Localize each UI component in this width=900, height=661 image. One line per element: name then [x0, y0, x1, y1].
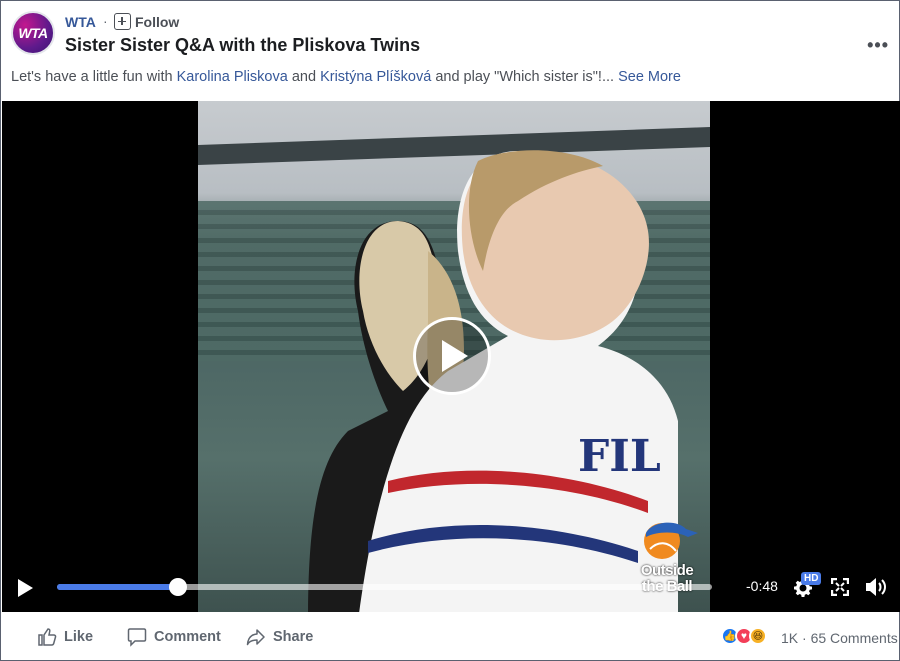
seek-bar-handle[interactable]	[169, 578, 188, 596]
like-button[interactable]: Like	[37, 627, 93, 647]
like-label: Like	[64, 629, 94, 645]
caption-text-middle: and	[287, 69, 321, 85]
tennis-ball-cap-icon	[644, 522, 698, 559]
share-button[interactable]: Share	[246, 627, 313, 647]
follow-label: Follow	[135, 13, 180, 30]
mention-karolina[interactable]: Karolina Pliskova	[177, 69, 288, 85]
see-more-link[interactable]: See More	[618, 69, 681, 85]
fullscreen-icon[interactable]	[831, 578, 849, 596]
post-action-bar: Like Comment Share 👍 ♥ 😆 1K · 65 Comment…	[1, 612, 900, 661]
header-separator: ·	[103, 13, 108, 29]
avatar-logo-text: WTA	[18, 25, 48, 41]
caption-text-end: and play "Which sister is"!...	[431, 69, 619, 85]
hd-badge[interactable]: HD	[801, 572, 822, 585]
reaction-icons[interactable]: 👍 ♥ 😆	[721, 627, 767, 645]
thumbs-up-icon	[38, 628, 57, 646]
page-avatar[interactable]: WTA	[11, 11, 55, 55]
counts-separator: ·	[802, 630, 807, 646]
post-card: WTA WTA · Follow Sister Sister Q&A with …	[0, 0, 900, 661]
seek-bar[interactable]	[57, 578, 712, 596]
more-options-icon[interactable]: •••	[867, 35, 889, 56]
video-player[interactable]: FIL Outside the Ball -0:48	[2, 101, 900, 612]
seek-bar-progress	[57, 584, 179, 590]
comment-button[interactable]: Comment	[127, 627, 221, 647]
svg-text:FIL: FIL	[578, 431, 661, 482]
share-arrow-icon	[246, 629, 265, 646]
volume-icon[interactable]	[864, 576, 888, 598]
page-name-link[interactable]: WTA	[65, 14, 96, 30]
scene-person-front: FIL	[359, 150, 678, 612]
comment-bubble-icon	[127, 628, 147, 647]
post-title[interactable]: Sister Sister Q&A with the Pliskova Twin…	[65, 35, 420, 56]
follow-button[interactable]: Follow	[114, 13, 179, 30]
mention-kristyna[interactable]: Kristýna Plíšková	[320, 69, 431, 85]
comments-count[interactable]: 65 Comments	[811, 630, 898, 646]
reaction-count[interactable]: 1K	[781, 630, 798, 646]
share-label: Share	[273, 629, 314, 645]
video-controls: -0:48 HD	[2, 571, 900, 612]
play-icon[interactable]	[18, 579, 33, 597]
engagement-counts: 1K · 65 Comments	[781, 630, 898, 646]
follow-plus-icon	[114, 13, 131, 30]
comment-label: Comment	[154, 629, 221, 645]
haha-reaction-icon: 😆	[749, 627, 767, 645]
time-remaining: -0:48	[746, 578, 778, 594]
caption-text-start: Let's have a little fun with	[11, 69, 177, 85]
post-caption: Let's have a little fun with Karolina Pl…	[11, 69, 681, 85]
play-overlay-button[interactable]	[413, 317, 491, 395]
